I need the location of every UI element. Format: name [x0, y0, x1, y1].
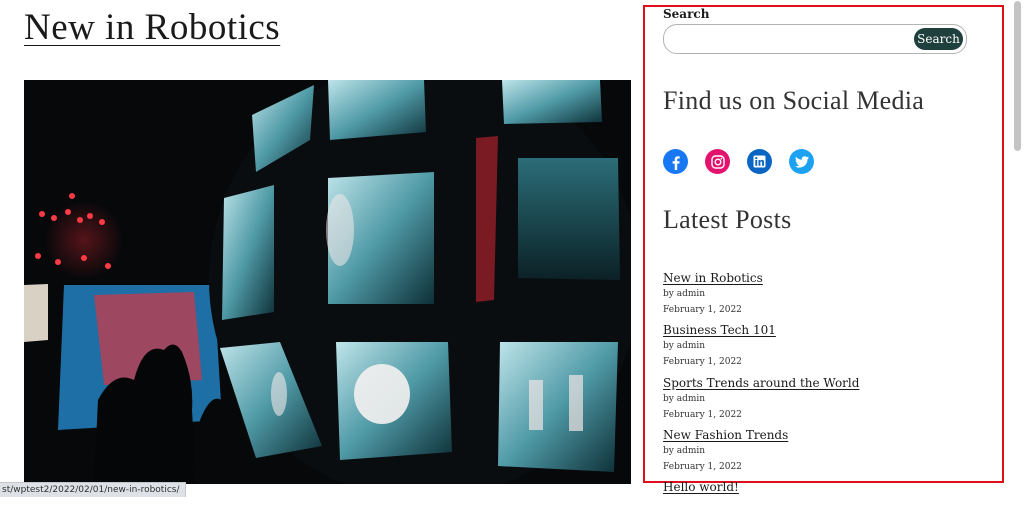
linkedin-link[interactable] [747, 149, 772, 174]
post-author: by admin [663, 289, 706, 299]
post-date: February 1, 2022 [663, 357, 742, 368]
instagram-link[interactable] [705, 149, 730, 174]
instagram-icon [710, 154, 725, 169]
post-title-link[interactable]: New in Robotics [24, 6, 280, 49]
twitter-icon [794, 155, 809, 168]
social-media-heading: Find us on Social Media [663, 86, 925, 115]
list-item: New Fashion Trends by admin February 1, … [663, 427, 859, 479]
list-item: Hello world! [663, 479, 859, 531]
post-author: by admin [663, 341, 706, 352]
post-link[interactable]: Hello world! [663, 479, 859, 495]
facebook-link[interactable] [663, 149, 688, 174]
linkedin-icon [753, 155, 766, 168]
list-item: New in Robotics by admin February 1, 202… [663, 270, 859, 322]
post-link[interactable]: New Fashion Trends [663, 427, 859, 443]
search-button[interactable]: Search [914, 28, 963, 50]
post-date: February 1, 2022 [663, 305, 742, 315]
post-link[interactable]: Sports Trends around the World [663, 375, 859, 391]
social-links [663, 149, 814, 174]
featured-image[interactable] [24, 80, 631, 484]
search-label: Search [663, 7, 710, 21]
list-item: Sports Trends around the World by admin … [663, 375, 859, 427]
search-form: Search [663, 24, 967, 54]
post-link[interactable]: New in Robotics [663, 270, 859, 286]
post-author: by admin [663, 445, 706, 456]
scrollbar-thumb[interactable] [1014, 1, 1021, 151]
scrollbar[interactable] [1010, 0, 1024, 496]
post-author: by admin [663, 393, 706, 404]
list-item: Business Tech 101 by admin February 1, 2… [663, 322, 859, 374]
search-input[interactable] [674, 29, 910, 51]
status-bar-url: st/wptest2/2022/02/01/new-in-robotics/ [0, 482, 186, 497]
post-link[interactable]: Business Tech 101 [663, 322, 859, 338]
latest-posts-list: New in Robotics by admin February 1, 202… [663, 270, 859, 531]
post-date: February 1, 2022 [663, 409, 742, 420]
twitter-link[interactable] [789, 149, 814, 174]
post-date: February 1, 2022 [663, 461, 742, 472]
latest-posts-heading: Latest Posts [663, 205, 792, 234]
robotics-screens-photo [24, 80, 631, 484]
facebook-icon [672, 155, 680, 170]
